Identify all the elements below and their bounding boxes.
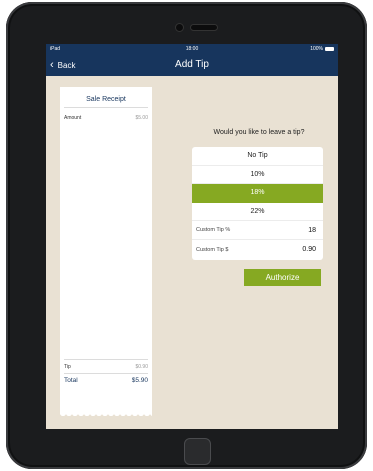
custom-tip-amount-row[interactable]: Custom Tip $ 0.90 bbox=[192, 240, 323, 259]
receipt-divider bbox=[64, 107, 148, 108]
receipt-divider bbox=[64, 373, 148, 374]
tip-option-10[interactable]: 10% bbox=[192, 166, 323, 184]
receipt-total-row: Total $5.90 bbox=[64, 377, 148, 384]
total-value: $5.90 bbox=[131, 377, 148, 384]
authorize-button[interactable]: Authorize bbox=[244, 269, 321, 286]
front-camera bbox=[176, 24, 183, 31]
custom-tip-percent-field[interactable]: 18 bbox=[308, 227, 316, 234]
tip-question: Would you like to leave a tip? bbox=[213, 129, 305, 136]
sale-receipt: Sale Receipt Amount $5.00 Tip $0.90 Tota… bbox=[60, 87, 152, 413]
tip-value: $0.90 bbox=[135, 364, 148, 370]
tip-option-22[interactable]: 22% bbox=[192, 203, 323, 221]
custom-tip-amount-field[interactable]: 0.90 bbox=[302, 246, 316, 253]
status-time: 18:00 bbox=[185, 46, 199, 52]
navigation-bar: ‹ Back Add Tip bbox=[46, 54, 338, 76]
status-bar: iPad 18:00 100% bbox=[46, 44, 338, 54]
receipt-tip-row: Tip $0.90 bbox=[64, 364, 148, 370]
battery-percent: 100% bbox=[310, 46, 323, 52]
tip-label: Tip bbox=[64, 364, 71, 370]
battery-icon bbox=[325, 47, 334, 51]
page-title: Add Tip bbox=[175, 59, 209, 70]
amount-value: $5.00 bbox=[135, 115, 148, 121]
receipt-divider bbox=[64, 359, 148, 360]
receipt-title: Sale Receipt bbox=[86, 96, 126, 103]
tip-option-no-tip[interactable]: No Tip bbox=[192, 147, 323, 166]
total-label: Total bbox=[64, 377, 78, 384]
battery-indicator: 100% bbox=[310, 46, 334, 52]
receipt-torn-edge bbox=[60, 413, 152, 419]
receipt-amount-row: Amount $5.00 bbox=[64, 115, 148, 121]
home-button[interactable] bbox=[184, 438, 211, 465]
amount-label: Amount bbox=[64, 115, 82, 121]
tip-option-18[interactable]: 18% bbox=[192, 184, 323, 203]
custom-tip-percent-label: Custom Tip % bbox=[196, 227, 231, 233]
custom-tip-amount-label: Custom Tip $ bbox=[196, 246, 229, 253]
tip-options-panel: No Tip 10% 18% 22% Custom Tip % 18 Custo… bbox=[192, 147, 323, 260]
app-screen: iPad 18:00 100% ‹ Back Add Tip Sale Rece… bbox=[46, 44, 338, 429]
custom-tip-percent-row[interactable]: Custom Tip % 18 bbox=[192, 221, 323, 240]
speaker-grille bbox=[191, 25, 217, 30]
